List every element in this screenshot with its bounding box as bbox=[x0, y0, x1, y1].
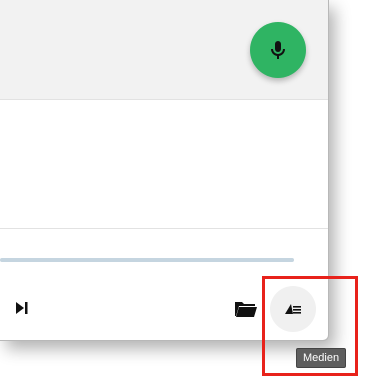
skip-next-button[interactable] bbox=[10, 296, 34, 320]
skip-next-icon bbox=[16, 302, 28, 314]
mic-button[interactable] bbox=[250, 22, 306, 78]
progress-bar[interactable] bbox=[0, 258, 294, 262]
content-area bbox=[0, 100, 328, 229]
tooltip: Medien bbox=[296, 348, 347, 368]
folder-icon bbox=[235, 302, 257, 317]
open-folder-button[interactable] bbox=[233, 296, 259, 322]
mic-icon bbox=[271, 41, 285, 59]
top-panel bbox=[0, 0, 328, 100]
